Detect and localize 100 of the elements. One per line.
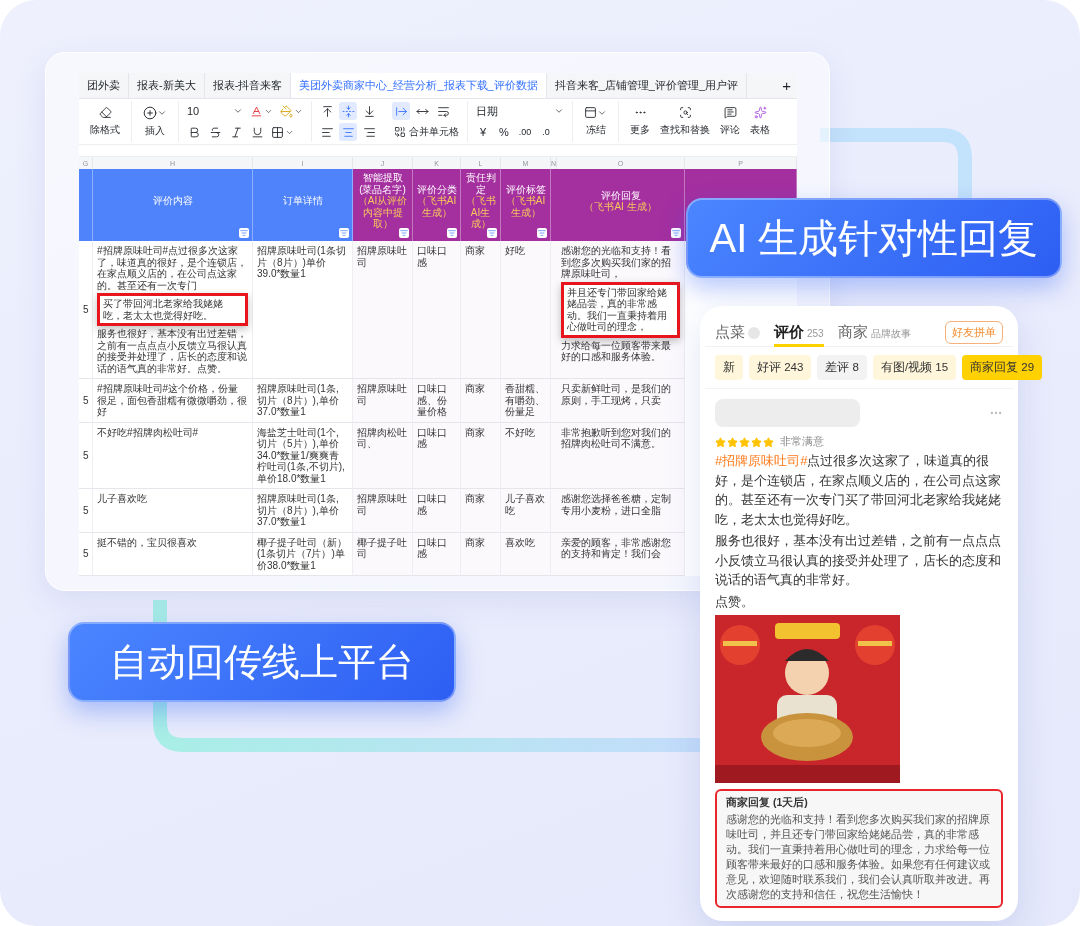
- review-tab[interactable]: 评价 253: [774, 318, 824, 347]
- table-cell: 海盐芝士吐司(1个,切片（5片）),单价34.0*数量1/爽爽青柠吐司(1条,不切片),单价18.0*数量1: [253, 422, 353, 489]
- star-icon: [763, 436, 774, 448]
- header-note: （飞书AI生成）: [464, 195, 497, 230]
- table-cell: 5: [79, 422, 93, 489]
- caret-icon: [554, 106, 564, 116]
- clear-format-button[interactable]: 除格式: [85, 106, 125, 137]
- filter-icon[interactable]: [447, 228, 457, 238]
- table-cell: 不好吃#招牌肉松吐司#: [93, 422, 253, 489]
- more-button[interactable]: 更多: [625, 106, 655, 137]
- star-icon: [727, 436, 738, 448]
- italic-icon: [229, 125, 243, 139]
- strikethrough-icon: [208, 125, 222, 139]
- align-left-icon: [320, 125, 334, 139]
- filter-icon[interactable]: [487, 228, 497, 238]
- filter-chip[interactable]: 差评 8: [817, 355, 867, 380]
- table-button[interactable]: 表格: [745, 106, 775, 137]
- filter-icon[interactable]: [239, 228, 249, 238]
- filter-chip[interactable]: 商家回复 29: [962, 355, 1043, 380]
- review-tab[interactable]: 点菜: [715, 318, 760, 347]
- filter-chip[interactable]: 好评 243: [749, 355, 812, 380]
- filter-icon[interactable]: [537, 228, 547, 238]
- caret-icon: [233, 106, 243, 116]
- freeze-button[interactable]: 冻结: [579, 106, 612, 137]
- header-title: 评价标签: [505, 183, 546, 196]
- table-cell: 儿子喜欢吃: [93, 489, 253, 533]
- star-icon: [715, 436, 726, 448]
- filter-icon[interactable]: [339, 228, 349, 238]
- table-cell: 招牌原味吐司(1条切片（8片）)单价39.0*数量1: [253, 241, 353, 379]
- highlighted-text: 买了带回河北老家给我姥姥吃，老太太也觉得好吃。: [97, 293, 248, 326]
- highlighted-text: 并且还专门带回家给姥姥品尝，真的非常感动。我们一直秉持着用心做吐司的理念，: [561, 281, 680, 338]
- align-top-icon: [320, 104, 334, 118]
- table-cell: 商家: [461, 379, 501, 423]
- header-note: （飞书AI 生成）: [504, 195, 547, 219]
- comment-button[interactable]: 评论: [715, 106, 745, 137]
- table-cell: 儿子喜欢吃: [501, 489, 551, 533]
- align-middle-icon: [341, 104, 355, 118]
- filter-chip[interactable]: 新: [715, 355, 743, 380]
- table-cell: 招牌肉松吐司、: [353, 422, 413, 489]
- add-tab-button[interactable]: +: [776, 73, 797, 98]
- table-cell: 商家: [461, 422, 501, 489]
- table-cell: 招牌原味吐司: [353, 241, 413, 379]
- cell-text: 感谢您的光临和支持！看到您多次购买我们家的招牌原味吐司，: [561, 245, 672, 280]
- star-icon: [739, 436, 750, 448]
- header-title: 评价内容: [152, 195, 193, 207]
- table-cell: 招牌原味吐司: [353, 489, 413, 533]
- table-cell: #招牌原味吐司#这个价格，份量很足，面包香甜糯有微微嚼劲，很好: [93, 379, 253, 423]
- eraser-icon: [98, 106, 112, 119]
- table-cell: 椰子提子吐司（新）(1条切片（7片）)单价38.0*数量1: [253, 532, 353, 576]
- sheet-tab[interactable]: 美团外卖商家中心_经营分析_报表下载_评价数据: [291, 73, 547, 98]
- header-note: （飞书AI生成）: [416, 195, 457, 219]
- merge-cells-button[interactable]: 合并单元格: [392, 123, 461, 141]
- underline-icon: [250, 125, 264, 139]
- review-text: 服务也很好，基本没有出过差错，之前有一点点点小反馈立马很认真的接受并处理了，店长的态度和说话的语气真的非常好。: [715, 532, 1002, 589]
- comment-icon: [723, 106, 737, 119]
- text-color-icon: [250, 104, 263, 118]
- currency-button[interactable]: ¥: [474, 123, 492, 141]
- review-tab[interactable]: 商家 品牌故事: [837, 318, 911, 347]
- sparkle-icon: [753, 106, 767, 119]
- panel-icon: [584, 106, 597, 119]
- reply-text: 感谢您的光临和支持！看到您多次购买我们家的招牌原味吐司，并且还专门带回家给姥姥品尝，真的非常感动。我们一直秉持着用心做吐司的理念，力求给每一位顾客带来最好的口感和服务体验。如果您有任何建议或意见，欢迎随时联系我们，我们会认真听取并改进。再次感谢您的支持和信任，祝您生活愉快！: [726, 812, 991, 902]
- table-cell: 招牌原味吐司(1条,切片（8片）),单价37.0*数量1: [253, 489, 353, 533]
- align-right-icon: [362, 125, 376, 139]
- reply-title: 商家回复 (1天后): [726, 796, 809, 810]
- insert-button[interactable]: 插入: [138, 105, 172, 138]
- plus-icon: [143, 105, 157, 120]
- table-cell: 喜欢吃: [501, 532, 551, 576]
- remove-decimal-button[interactable]: .0: [537, 123, 555, 141]
- star-icon: [751, 436, 762, 448]
- table-cell: 亲爱的顾客，非常感谢您的支持和肯定！我们会: [557, 532, 685, 576]
- font-size-select[interactable]: 10: [185, 105, 245, 117]
- table-cell: 只卖新鲜吐司，是我们的原则，手工现烤，只卖: [557, 379, 685, 423]
- find-replace-button[interactable]: 查找和替换: [655, 106, 715, 137]
- filter-icon[interactable]: [671, 228, 681, 238]
- table-cell: 口味口感: [413, 532, 461, 576]
- wrap-text-icon: [436, 104, 450, 118]
- table-cell: 挺不错的，宝贝很喜欢: [93, 532, 253, 576]
- callout-badge: 自动回传线上平台: [68, 622, 456, 702]
- callout-badge: AI 生成针对性回复: [686, 198, 1062, 278]
- cell-text: 力求给每一位顾客带来最好的口感和服务体验。: [561, 339, 672, 363]
- table-cell: 椰子提子吐司: [353, 532, 413, 576]
- table-cell: 5: [79, 379, 93, 423]
- grid-icon: [271, 125, 284, 139]
- table-cell: 口味口感: [413, 422, 461, 489]
- table-cell: 5: [79, 241, 93, 379]
- align-center-icon: [341, 125, 355, 139]
- percent-button[interactable]: %: [495, 123, 513, 141]
- table-cell: 香甜糯、有嚼劲、份量足: [501, 379, 551, 423]
- paint-bucket-icon: [280, 104, 293, 118]
- filter-icon[interactable]: [399, 228, 409, 238]
- filter-chip[interactable]: 有图/视频 15: [873, 355, 957, 380]
- add-decimal-button[interactable]: .00: [516, 123, 534, 141]
- header-title: 责任判定: [464, 172, 497, 195]
- review-text: #招牌原味吐司#点过很多次这家了，味道真的很好，是个连锁店，在家点顺义店的，在公司点这家的。甚至还有一次专门买了带回河北老家给我姥姥吃，老太太也觉得好吃。: [715, 452, 1002, 529]
- header-title: 智能提取(菜品名字): [358, 172, 407, 195]
- table-cell: 商家: [461, 489, 501, 533]
- number-format-select[interactable]: 日期: [474, 103, 566, 119]
- table-cell: 口味口感、份量价格: [413, 379, 461, 423]
- table-cell: 感谢您选择爸爸糖，定制专用小麦粉，进口全脂: [557, 489, 685, 533]
- table-cell: 招牌原味吐司(1条,切片（8片）),单价37.0*数量1: [253, 379, 353, 423]
